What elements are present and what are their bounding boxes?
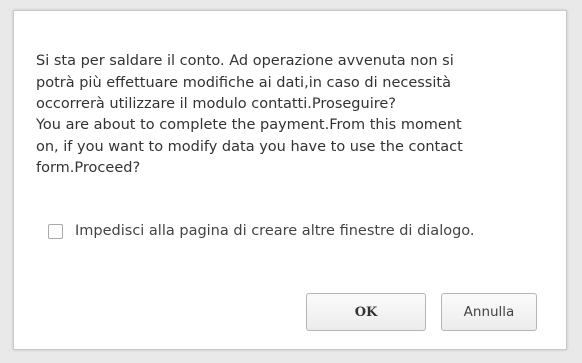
dialog-message-english: You are about to complete the payment.Fr… xyxy=(36,117,463,176)
suppress-dialogs-checkbox[interactable] xyxy=(48,223,63,239)
suppress-dialogs-label: Impedisci alla pagina di creare altre fi… xyxy=(75,223,475,239)
suppress-dialogs-option[interactable]: Impedisci alla pagina di creare altre fi… xyxy=(48,223,475,239)
ok-button[interactable]: OK xyxy=(306,293,426,331)
confirm-dialog: Si sta per saldare il conto. Ad operazio… xyxy=(13,10,567,350)
dialog-message-italian: Si sta per saldare il conto. Ad operazio… xyxy=(36,53,454,112)
cancel-button[interactable]: Annulla xyxy=(441,293,537,331)
